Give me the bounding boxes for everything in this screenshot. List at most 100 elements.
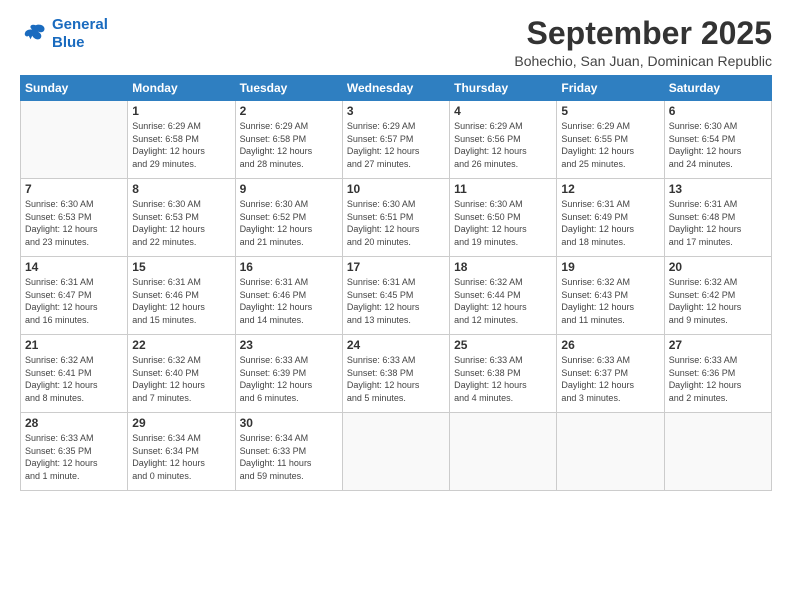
day-info: Sunrise: 6:33 AM Sunset: 6:37 PM Dayligh…: [561, 354, 659, 404]
day-info: Sunrise: 6:32 AM Sunset: 6:44 PM Dayligh…: [454, 276, 552, 326]
day-header-wednesday: Wednesday: [342, 76, 449, 101]
day-number: 1: [132, 104, 230, 118]
day-number: 20: [669, 260, 767, 274]
day-info: Sunrise: 6:32 AM Sunset: 6:42 PM Dayligh…: [669, 276, 767, 326]
day-number: 30: [240, 416, 338, 430]
day-number: 28: [25, 416, 123, 430]
day-cell: 17Sunrise: 6:31 AM Sunset: 6:45 PM Dayli…: [342, 257, 449, 335]
day-info: Sunrise: 6:33 AM Sunset: 6:38 PM Dayligh…: [454, 354, 552, 404]
week-row-1: 7 Sunrise: 6:30 AM Sunset: 6:53 PM Daylig…: [21, 179, 772, 257]
day-header-monday: Monday: [128, 76, 235, 101]
title-block: September 2025 Bohechio, San Juan, Domin…: [514, 16, 772, 69]
day-cell: 7 Sunrise: 6:30 AM Sunset: 6:53 PM Daylig…: [21, 179, 128, 257]
day-cell: 22 Sunrise: 6:32 AM Sunset: 6:40 PM Dayli…: [128, 335, 235, 413]
day-cell: 6 Sunrise: 6:30 AM Sunset: 6:54 PM Daylig…: [664, 101, 771, 179]
logo-line1: General: [52, 16, 108, 33]
day-number: 13: [669, 182, 767, 196]
day-info: Sunrise: 6:30 AM Sunset: 6:53 PM Dayligh…: [25, 198, 123, 248]
day-cell: 15Sunrise: 6:31 AM Sunset: 6:46 PM Dayli…: [128, 257, 235, 335]
day-cell: 28 Sunrise: 6:33 AM Sunset: 6:35 PM Dayli…: [21, 413, 128, 491]
day-number: 22: [132, 338, 230, 352]
day-number: 26: [561, 338, 659, 352]
day-number: 10: [347, 182, 445, 196]
day-number: 25: [454, 338, 552, 352]
day-cell: 9 Sunrise: 6:30 AM Sunset: 6:52 PM Daylig…: [235, 179, 342, 257]
day-number: 19: [561, 260, 659, 274]
day-cell: [342, 413, 449, 491]
day-number: 29: [132, 416, 230, 430]
day-cell: 27 Sunrise: 6:33 AM Sunset: 6:36 PM Dayli…: [664, 335, 771, 413]
logo-icon: [20, 20, 48, 48]
day-header-friday: Friday: [557, 76, 664, 101]
day-number: 23: [240, 338, 338, 352]
day-info: Sunrise: 6:29 AM Sunset: 6:57 PM Dayligh…: [347, 120, 445, 170]
days-header-row: SundayMondayTuesdayWednesdayThursdayFrid…: [21, 76, 772, 101]
day-number: 27: [669, 338, 767, 352]
header: General Blue September 2025 Bohechio, Sa…: [20, 16, 772, 69]
day-number: 11: [454, 182, 552, 196]
day-info: Sunrise: 6:33 AM Sunset: 6:38 PM Dayligh…: [347, 354, 445, 404]
day-number: 21: [25, 338, 123, 352]
day-info: Sunrise: 6:31 AM Sunset: 6:49 PM Dayligh…: [561, 198, 659, 248]
page: General Blue September 2025 Bohechio, Sa…: [0, 0, 792, 612]
day-header-sunday: Sunday: [21, 76, 128, 101]
day-cell: 24Sunrise: 6:33 AM Sunset: 6:38 PM Dayli…: [342, 335, 449, 413]
day-info: Sunrise: 6:34 AM Sunset: 6:33 PM Dayligh…: [240, 432, 338, 482]
day-cell: 18 Sunrise: 6:32 AM Sunset: 6:44 PM Dayli…: [450, 257, 557, 335]
day-cell: [557, 413, 664, 491]
day-number: 17: [347, 260, 445, 274]
day-cell: 3 Sunrise: 6:29 AM Sunset: 6:57 PM Daylig…: [342, 101, 449, 179]
day-cell: [664, 413, 771, 491]
day-info: Sunrise: 6:33 AM Sunset: 6:36 PM Dayligh…: [669, 354, 767, 404]
day-number: 15: [132, 260, 230, 274]
day-cell: 19Sunrise: 6:32 AM Sunset: 6:43 PM Dayli…: [557, 257, 664, 335]
logo-line2: Blue: [52, 34, 85, 51]
day-info: Sunrise: 6:32 AM Sunset: 6:40 PM Dayligh…: [132, 354, 230, 404]
day-number: 14: [25, 260, 123, 274]
day-header-thursday: Thursday: [450, 76, 557, 101]
day-header-saturday: Saturday: [664, 76, 771, 101]
day-cell: 13 Sunrise: 6:31 AM Sunset: 6:48 PM Dayli…: [664, 179, 771, 257]
day-cell: 21 Sunrise: 6:32 AM Sunset: 6:41 PM Dayli…: [21, 335, 128, 413]
month-title: September 2025: [514, 16, 772, 51]
day-info: Sunrise: 6:29 AM Sunset: 6:55 PM Dayligh…: [561, 120, 659, 170]
day-number: 3: [347, 104, 445, 118]
day-number: 12: [561, 182, 659, 196]
day-number: 9: [240, 182, 338, 196]
day-cell: 26 Sunrise: 6:33 AM Sunset: 6:37 PM Dayli…: [557, 335, 664, 413]
day-cell: 11 Sunrise: 6:30 AM Sunset: 6:50 PM Dayli…: [450, 179, 557, 257]
day-number: 16: [240, 260, 338, 274]
week-row-0: 1 Sunrise: 6:29 AM Sunset: 6:58 PM Daylig…: [21, 101, 772, 179]
day-cell: 20 Sunrise: 6:32 AM Sunset: 6:42 PM Dayli…: [664, 257, 771, 335]
day-number: 5: [561, 104, 659, 118]
day-info: Sunrise: 6:32 AM Sunset: 6:41 PM Dayligh…: [25, 354, 123, 404]
day-cell: 8 Sunrise: 6:30 AM Sunset: 6:53 PM Daylig…: [128, 179, 235, 257]
day-cell: [450, 413, 557, 491]
day-cell: 2Sunrise: 6:29 AM Sunset: 6:58 PM Daylig…: [235, 101, 342, 179]
day-number: 4: [454, 104, 552, 118]
day-cell: 1 Sunrise: 6:29 AM Sunset: 6:58 PM Daylig…: [128, 101, 235, 179]
day-cell: 14Sunrise: 6:31 AM Sunset: 6:47 PM Dayli…: [21, 257, 128, 335]
day-info: Sunrise: 6:33 AM Sunset: 6:35 PM Dayligh…: [25, 432, 123, 482]
day-number: 7: [25, 182, 123, 196]
day-cell: 30 Sunrise: 6:34 AM Sunset: 6:33 PM Dayli…: [235, 413, 342, 491]
logo: General Blue: [20, 16, 108, 52]
calendar-table: SundayMondayTuesdayWednesdayThursdayFrid…: [20, 75, 772, 491]
day-number: 8: [132, 182, 230, 196]
day-cell: 23Sunrise: 6:33 AM Sunset: 6:39 PM Dayli…: [235, 335, 342, 413]
day-info: Sunrise: 6:30 AM Sunset: 6:53 PM Dayligh…: [132, 198, 230, 248]
day-number: 6: [669, 104, 767, 118]
week-row-2: 14Sunrise: 6:31 AM Sunset: 6:47 PM Dayli…: [21, 257, 772, 335]
day-info: Sunrise: 6:34 AM Sunset: 6:34 PM Dayligh…: [132, 432, 230, 482]
day-cell: 12 Sunrise: 6:31 AM Sunset: 6:49 PM Dayli…: [557, 179, 664, 257]
day-cell: 10Sunrise: 6:30 AM Sunset: 6:51 PM Dayli…: [342, 179, 449, 257]
day-info: Sunrise: 6:29 AM Sunset: 6:58 PM Dayligh…: [132, 120, 230, 170]
day-info: Sunrise: 6:29 AM Sunset: 6:58 PM Dayligh…: [240, 120, 338, 170]
day-info: Sunrise: 6:30 AM Sunset: 6:50 PM Dayligh…: [454, 198, 552, 248]
day-cell: [21, 101, 128, 179]
day-number: 18: [454, 260, 552, 274]
day-cell: 25 Sunrise: 6:33 AM Sunset: 6:38 PM Dayli…: [450, 335, 557, 413]
day-info: Sunrise: 6:31 AM Sunset: 6:48 PM Dayligh…: [669, 198, 767, 248]
day-info: Sunrise: 6:30 AM Sunset: 6:54 PM Dayligh…: [669, 120, 767, 170]
day-info: Sunrise: 6:30 AM Sunset: 6:52 PM Dayligh…: [240, 198, 338, 248]
